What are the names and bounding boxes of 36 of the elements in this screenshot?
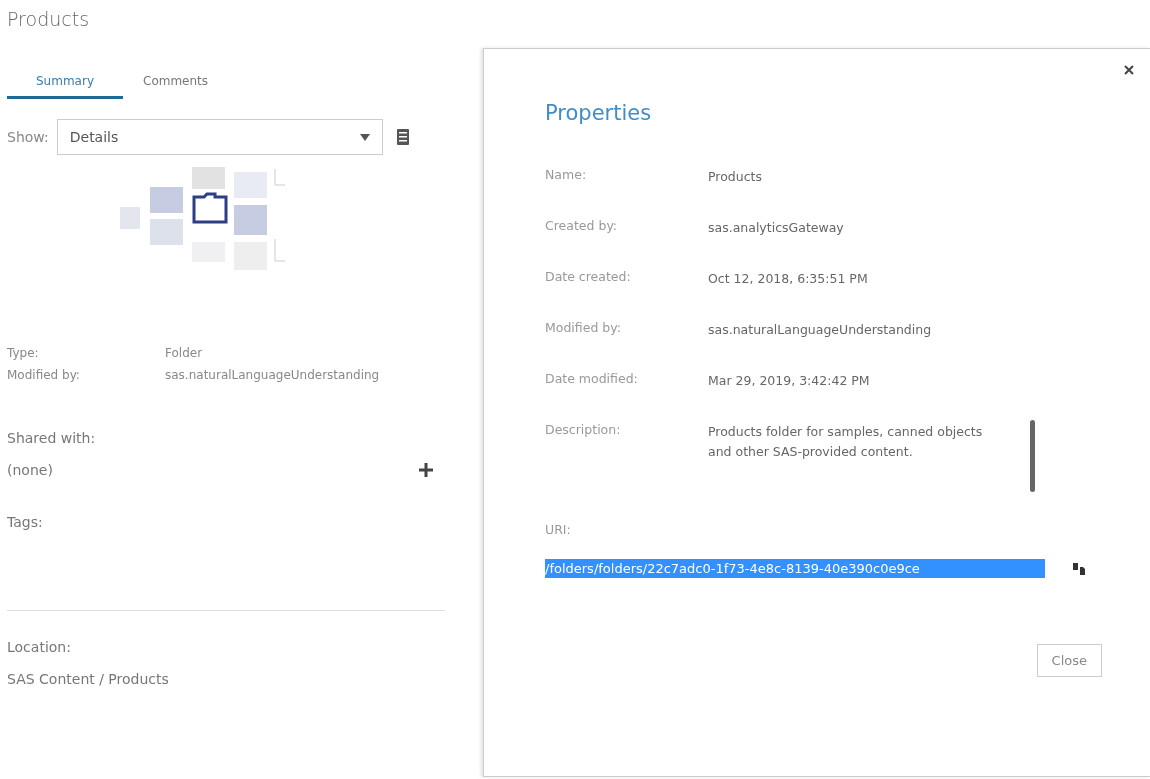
page-title: Products [7,8,91,32]
shared-label: Shared with: [7,430,97,446]
detail-value: Folder [165,345,204,362]
tab[interactable]: Comments [129,72,223,99]
property-value: Products [708,168,763,186]
uri-label: URI: [545,522,572,537]
property-value: Products folder for samples, canned objects and other SAS-provided content. [708,423,984,461]
dialog-title: Properties [545,101,653,125]
close-button[interactable]: Close [1036,644,1102,677]
copy-icon[interactable] [1073,562,1087,575]
property-label: Modified by: [545,320,622,335]
tags-label: Tags: [7,514,44,530]
property-label: Date modified: [545,371,639,386]
location-label: Location: [7,639,72,655]
shared-value: (none) [7,462,53,478]
property-label: Description: [545,422,622,437]
property-value: sas.analyticsGateway [708,219,845,237]
property-value: Mar 29, 2019, 3:42:42 PM [708,372,871,390]
add-icon[interactable] [419,463,433,477]
location-path: SAS Content / Products [7,671,170,687]
uri-text[interactable]: /folders/folders/22c7adc0-1f73-4e8c-8139-40e390c0e9ce [545,559,1045,578]
detail-label: Type: [7,345,40,362]
property-label: Name: [545,167,588,182]
show-label: Show: [7,129,49,145]
caret-icon [359,133,370,141]
tab[interactable]: Summary [7,72,123,99]
view-dropdown[interactable]: Details [56,119,383,155]
property-value: sas.naturalLanguageUnderstanding [708,321,933,339]
list-view-icon[interactable] [396,129,409,145]
detail-label: Modified by: [7,367,81,384]
detail-value: sas.naturalLanguageUnderstanding [165,367,381,384]
property-label: Created by: [545,218,619,233]
scrollbar-thumb[interactable] [1030,420,1035,492]
property-label: Date created: [545,269,632,284]
close-icon[interactable] [1122,63,1136,77]
property-value: Oct 12, 2018, 6:35:51 PM [708,270,869,288]
